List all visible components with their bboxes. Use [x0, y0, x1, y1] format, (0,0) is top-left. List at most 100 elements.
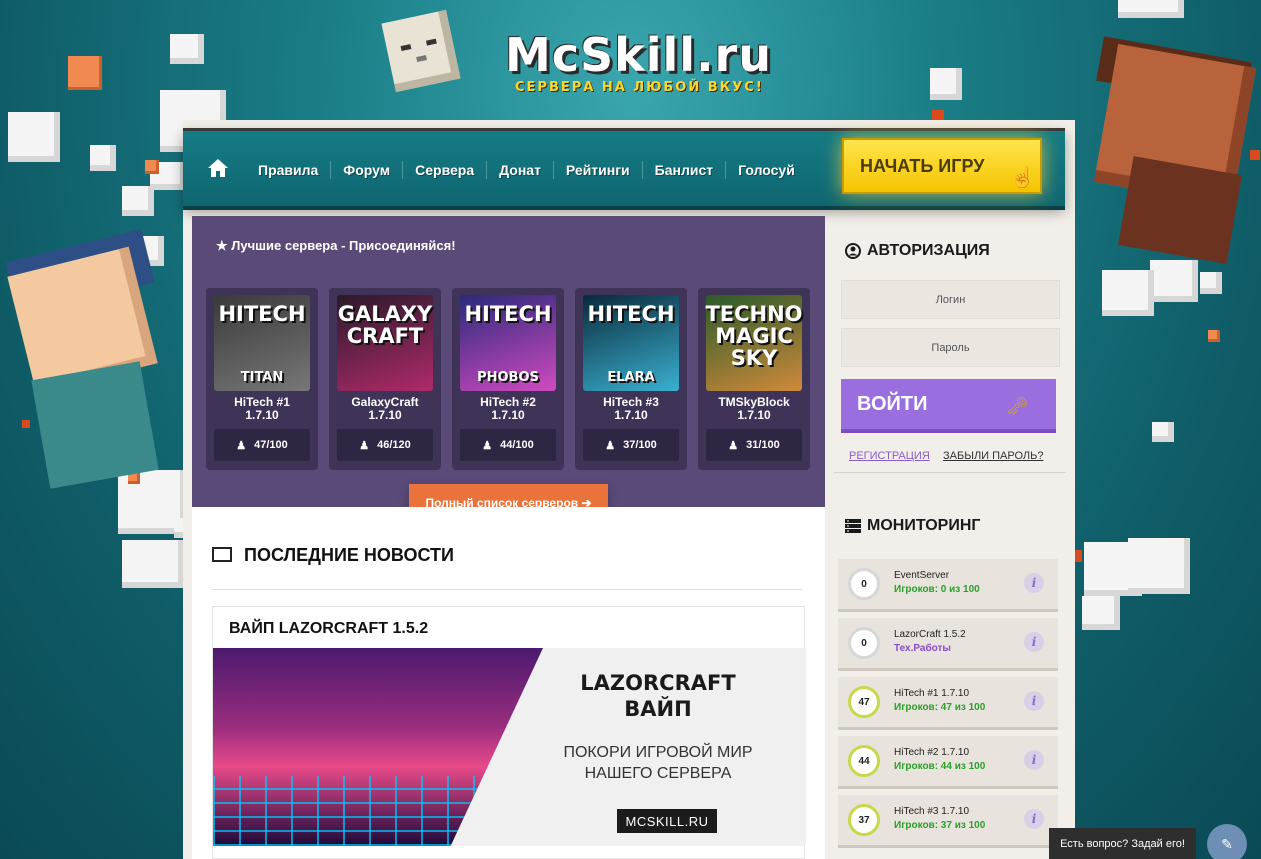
- monitoring-server-name: HiTech #1 1.7.10: [894, 688, 970, 699]
- server-version: 1.7.10: [491, 408, 525, 422]
- server-card[interactable]: HITECH ELARA HiTech #3 1.7.10 ♟ 37/100: [575, 288, 687, 470]
- monitoring-item[interactable]: 0 LazorCraft 1.5.2 Тех.Работы i: [838, 618, 1058, 668]
- monitoring-item[interactable]: 0 EventServer Игроков: 0 из 100 i: [838, 559, 1058, 609]
- decor-cube: [1208, 330, 1220, 342]
- info-icon[interactable]: i: [1024, 632, 1044, 652]
- info-icon[interactable]: i: [1024, 573, 1044, 593]
- server-name[interactable]: HiTech #3 1.7.10: [575, 396, 687, 422]
- server-name[interactable]: HiTech #2 1.7.10: [452, 396, 564, 422]
- monitoring-item[interactable]: 37 HiTech #3 1.7.10 Игроков: 37 из 100 i: [838, 795, 1058, 845]
- login-input[interactable]: Логин: [841, 280, 1060, 319]
- nav-banlist[interactable]: Банлист: [641, 161, 725, 179]
- player-icon: ♟: [728, 439, 739, 452]
- online-gauge: 44: [848, 745, 880, 777]
- server-art-title: HITECH: [218, 302, 306, 326]
- banner-site-label: MCSKILL.RU: [617, 809, 717, 833]
- server-card[interactable]: HITECH TITAN HiTech #1 1.7.10 ♟ 47/100: [206, 288, 318, 470]
- key-icon: 🗝: [1006, 396, 1029, 416]
- server-art-title: HITECH: [464, 302, 552, 326]
- divider: [834, 472, 1066, 473]
- news-section-title: ПОСЛЕДНИЕ НОВОСТИ: [244, 545, 454, 565]
- server-art[interactable]: GALAXY CRAFT: [337, 295, 433, 391]
- home-icon[interactable]: [207, 157, 229, 179]
- feather-icon[interactable]: ✎: [1207, 824, 1247, 859]
- nav-forum[interactable]: Форум: [330, 161, 402, 179]
- server-name[interactable]: HiTech #1 1.7.10: [206, 396, 318, 422]
- decor-cube: [1128, 538, 1190, 594]
- forgot-password-link[interactable]: ЗАБЫЛИ ПАРОЛЬ?: [943, 450, 1043, 462]
- monitoring-server-name: HiTech #3 1.7.10: [894, 806, 970, 817]
- decor-cube: [1152, 422, 1174, 442]
- register-link[interactable]: РЕГИСТРАЦИЯ: [849, 450, 930, 462]
- nav-servers[interactable]: Сервера: [402, 161, 486, 179]
- server-card[interactable]: TECHNO MAGIC SKY TMSkyBlock 1.7.10 ♟ 31/100: [698, 288, 810, 470]
- divider: [212, 589, 802, 590]
- server-art[interactable]: HITECH ELARA: [583, 295, 679, 391]
- monitoring-title-text: МОНИТОРИНГ: [867, 517, 981, 534]
- decor-cube: [122, 540, 184, 588]
- server-art-title: TECHNO MAGIC SKY: [705, 302, 803, 370]
- monitoring-status: Игроков: 47 из 100: [894, 702, 986, 713]
- password-input[interactable]: Пароль: [841, 328, 1060, 367]
- server-version: 1.7.10: [614, 408, 648, 422]
- server-art-subtitle: TITAN: [240, 370, 284, 385]
- hero-character-right: [1085, 36, 1261, 280]
- server-name[interactable]: TMSkyBlock 1.7.10: [698, 396, 810, 422]
- news-article-title[interactable]: ВАЙП LAZORCRAFT 1.5.2: [229, 620, 428, 638]
- info-icon[interactable]: i: [1024, 750, 1044, 770]
- monitoring-status: Тех.Работы: [894, 643, 951, 654]
- online-gauge: 37: [848, 804, 880, 836]
- server-card[interactable]: GALAXY CRAFT GalaxyCraft 1.7.10 ♟ 46/120: [329, 288, 441, 470]
- site-logo[interactable]: McSkill.ru: [505, 28, 772, 82]
- decor-cube: [145, 160, 159, 174]
- server-art[interactable]: HITECH PHOBOS: [460, 295, 556, 391]
- player-count: ♟ 31/100: [706, 429, 802, 461]
- monitoring-status: Игроков: 37 из 100: [894, 820, 986, 831]
- server-art[interactable]: TECHNO MAGIC SKY: [705, 295, 803, 391]
- decor-cube: [68, 56, 102, 90]
- info-icon[interactable]: i: [1024, 691, 1044, 711]
- online-gauge: 0: [848, 568, 880, 600]
- auth-title: АВТОРИЗАЦИЯ: [845, 242, 990, 260]
- player-count: ♟ 46/120: [337, 429, 433, 461]
- banner-heading-line1: LAZORCRAFT: [580, 671, 736, 695]
- monitoring-item[interactable]: 44 HiTech #2 1.7.10 Игроков: 44 из 100 i: [838, 736, 1058, 786]
- news-card: ВАЙП LAZORCRAFT 1.5.2 LAZORCRAFT ВАЙП ПО…: [212, 606, 806, 859]
- online-gauge: 47: [848, 686, 880, 718]
- newspaper-icon: [212, 547, 232, 562]
- decor-cube: [90, 145, 116, 171]
- help-chat-label[interactable]: Есть вопрос? Задай его!: [1049, 828, 1196, 859]
- decor-cube: [930, 68, 962, 100]
- server-art-subtitle: PHOBOS: [477, 370, 539, 385]
- news-banner[interactable]: LAZORCRAFT ВАЙП ПОКОРИ ИГРОВОЙ МИР НАШЕГ…: [213, 648, 806, 846]
- decor-cube: [170, 34, 204, 64]
- nav-rules[interactable]: Правила: [246, 161, 330, 179]
- decor-cube: [1082, 596, 1120, 630]
- player-count-text: 44/100: [500, 439, 534, 451]
- site-tagline: СЕРВЕРА НА ЛЮБОЙ ВКУС!: [515, 80, 764, 95]
- server-version: 1.7.10: [737, 408, 771, 422]
- server-art-subtitle: ELARA: [607, 370, 655, 385]
- monitoring-status: Игроков: 0 из 100: [894, 584, 980, 595]
- nav-donate[interactable]: Донат: [486, 161, 553, 179]
- servers-title: ★ Лучшие сервера - Присоединяйся!: [216, 238, 456, 253]
- decor-cube: [1118, 0, 1184, 18]
- server-card[interactable]: HITECH PHOBOS HiTech #2 1.7.10 ♟ 44/100: [452, 288, 564, 470]
- server-art-title: GALAXY CRAFT: [337, 302, 433, 348]
- online-gauge: 0: [848, 627, 880, 659]
- pointer-cursor-icon: ☝: [1010, 167, 1035, 189]
- nav-ratings[interactable]: Рейтинги: [552, 161, 642, 179]
- nav-vote[interactable]: Голосуй: [725, 161, 807, 179]
- decor-cube: [122, 186, 154, 216]
- player-count: ♟ 37/100: [583, 429, 679, 461]
- player-count-text: 37/100: [623, 439, 657, 451]
- info-icon[interactable]: i: [1024, 809, 1044, 829]
- banner-text-line1: ПОКОРИ ИГРОВОЙ МИР: [563, 744, 753, 761]
- server-name[interactable]: GalaxyCraft 1.7.10: [329, 396, 441, 422]
- monitoring-item[interactable]: 47 HiTech #1 1.7.10 Игроков: 47 из 100 i: [838, 677, 1058, 727]
- banner-heading-line2: ВАЙП: [624, 697, 692, 721]
- server-rack-icon: [845, 519, 861, 533]
- player-icon: ♟: [359, 439, 370, 452]
- player-count-text: 46/120: [377, 439, 411, 451]
- server-art[interactable]: HITECH TITAN: [214, 295, 310, 391]
